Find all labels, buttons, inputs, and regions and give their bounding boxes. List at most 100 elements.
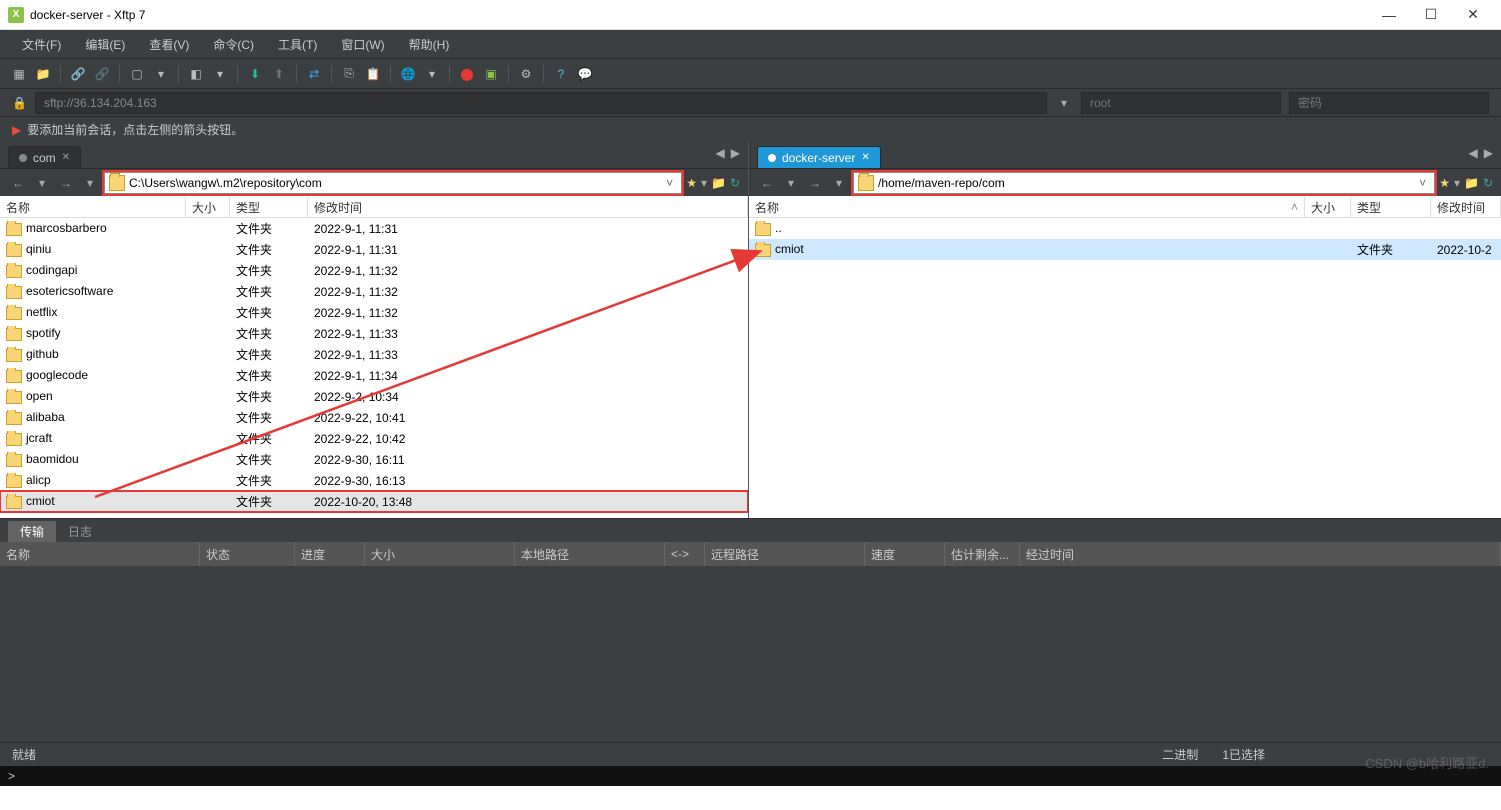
bookmark-icon[interactable]: ★ xyxy=(1439,176,1450,190)
close-button[interactable]: ✕ xyxy=(1453,2,1493,28)
th-status[interactable]: 状态 xyxy=(200,542,295,566)
refresh-icon[interactable]: ↻ xyxy=(730,176,740,190)
sync-icon[interactable]: ⇄ xyxy=(303,63,325,85)
menu-tools[interactable]: 工具(T) xyxy=(268,34,327,55)
remote-path-input[interactable]: ˅ xyxy=(853,172,1435,194)
tab-transfer[interactable]: 传输 xyxy=(8,521,56,542)
chevron-down-icon[interactable]: ˅ xyxy=(662,176,677,190)
th-progress[interactable]: 进度 xyxy=(295,542,365,566)
layout-icon[interactable]: ◧ xyxy=(185,63,207,85)
transfer-down-icon[interactable]: ⬇ xyxy=(244,63,266,85)
nav-dropdown-icon[interactable]: ▾ xyxy=(781,173,801,193)
th-localpath[interactable]: 本地路径 xyxy=(515,542,665,566)
chat-icon[interactable]: 💬 xyxy=(574,63,596,85)
col-name[interactable]: 名称˄ xyxy=(749,197,1305,217)
help-icon[interactable]: ? xyxy=(550,63,572,85)
nav-dropdown-icon[interactable]: ▾ xyxy=(829,173,849,193)
dropdown-icon[interactable]: ▾ xyxy=(1055,96,1073,110)
nav-dropdown-icon[interactable]: ▾ xyxy=(701,176,707,190)
col-type[interactable]: 类型 xyxy=(230,197,308,217)
new-session-icon[interactable]: ▦ xyxy=(8,63,30,85)
copy-icon[interactable]: ⎘ xyxy=(338,63,360,85)
nav-forward-icon[interactable]: → xyxy=(805,173,825,193)
table-row[interactable]: googlecode文件夹2022-9-1, 11:34 xyxy=(0,365,748,386)
minimize-button[interactable]: — xyxy=(1369,2,1409,28)
menu-command[interactable]: 命令(C) xyxy=(203,34,264,55)
globe-icon[interactable]: 🌐 xyxy=(397,63,419,85)
password-input[interactable] xyxy=(1289,92,1489,114)
settings-icon[interactable]: ⚙ xyxy=(515,63,537,85)
nav-forward-icon[interactable]: → xyxy=(56,173,76,193)
tab-prev-icon[interactable]: ◀ xyxy=(716,146,725,160)
script-icon[interactable]: ▣ xyxy=(480,63,502,85)
open-icon[interactable]: 📁 xyxy=(32,63,54,85)
paste-icon[interactable]: 📋 xyxy=(362,63,384,85)
new-window-icon[interactable]: ▢ xyxy=(126,63,148,85)
dropdown-icon[interactable]: ▾ xyxy=(209,63,231,85)
th-direction[interactable]: <-> xyxy=(665,542,705,566)
table-row[interactable]: netflix文件夹2022-9-1, 11:32 xyxy=(0,302,748,323)
th-remotepath[interactable]: 远程路径 xyxy=(705,542,865,566)
username-input[interactable] xyxy=(1081,92,1281,114)
table-row[interactable]: cmiot文件夹2022-10-20, 13:48 xyxy=(0,491,748,512)
nav-back-icon[interactable]: ← xyxy=(757,173,777,193)
tab-next-icon[interactable]: ▶ xyxy=(1484,146,1493,160)
transfer-list[interactable] xyxy=(0,566,1501,742)
menu-view[interactable]: 查看(V) xyxy=(139,34,199,55)
menu-window[interactable]: 窗口(W) xyxy=(331,34,394,55)
tab-next-icon[interactable]: ▶ xyxy=(731,146,740,160)
th-eta[interactable]: 估计剩余... xyxy=(945,542,1020,566)
nav-dropdown-icon[interactable]: ▾ xyxy=(32,173,52,193)
close-icon[interactable]: ✕ xyxy=(62,152,70,163)
transfer-up-icon[interactable]: ⬆ xyxy=(268,63,290,85)
tab-log[interactable]: 日志 xyxy=(56,521,104,542)
close-icon[interactable]: ✕ xyxy=(861,152,869,163)
nav-dropdown-icon[interactable]: ▾ xyxy=(1454,176,1460,190)
refresh-icon[interactable]: ↻ xyxy=(1483,176,1493,190)
command-bar[interactable]: > xyxy=(0,766,1501,786)
bookmark-icon[interactable]: ★ xyxy=(686,176,697,190)
session-url-input[interactable]: sftp://36.134.204.163 xyxy=(35,92,1047,114)
th-speed[interactable]: 速度 xyxy=(865,542,945,566)
table-row[interactable]: alibaba文件夹2022-9-22, 10:41 xyxy=(0,407,748,428)
menu-file[interactable]: 文件(F) xyxy=(12,34,71,55)
col-type[interactable]: 类型 xyxy=(1351,197,1431,217)
nav-back-icon[interactable]: ← xyxy=(8,173,28,193)
menu-help[interactable]: 帮助(H) xyxy=(399,34,460,55)
stop-icon[interactable]: ⬤ xyxy=(456,63,478,85)
dropdown-icon[interactable]: ▾ xyxy=(150,63,172,85)
th-name[interactable]: 名称 xyxy=(0,542,200,566)
table-row[interactable]: esotericsoftware文件夹2022-9-1, 11:32 xyxy=(0,281,748,302)
tab-remote-docker-server[interactable]: docker-server ✕ xyxy=(757,146,881,168)
table-row[interactable]: baomidou文件夹2022-9-30, 16:11 xyxy=(0,449,748,470)
chevron-down-icon[interactable]: ˅ xyxy=(1415,176,1430,190)
table-row[interactable]: open文件夹2022-9-2, 10:34 xyxy=(0,386,748,407)
local-path-input[interactable]: ˅ xyxy=(104,172,682,194)
menu-edit[interactable]: 编辑(E) xyxy=(75,34,135,55)
tab-prev-icon[interactable]: ◀ xyxy=(1469,146,1478,160)
table-row[interactable]: codingapi文件夹2022-9-1, 11:32 xyxy=(0,260,748,281)
link-icon[interactable]: 🔗 xyxy=(67,63,89,85)
table-row[interactable]: spotify文件夹2022-9-1, 11:33 xyxy=(0,323,748,344)
th-elapsed[interactable]: 经过时间 xyxy=(1020,542,1501,566)
col-date[interactable]: 修改时间 xyxy=(308,197,748,217)
table-row[interactable]: qiniu文件夹2022-9-1, 11:31 xyxy=(0,239,748,260)
col-name[interactable]: 名称 xyxy=(0,197,186,217)
nav-dropdown-icon[interactable]: ▾ xyxy=(80,173,100,193)
col-size[interactable]: 大小 xyxy=(186,197,230,217)
table-row[interactable]: jcraft文件夹2022-9-22, 10:42 xyxy=(0,428,748,449)
table-row[interactable]: .. xyxy=(749,218,1501,239)
table-row[interactable]: github文件夹2022-9-1, 11:33 xyxy=(0,344,748,365)
remote-file-list[interactable]: ..cmiot文件夹2022-10-2 xyxy=(749,218,1501,518)
table-row[interactable]: marcosbarbero文件夹2022-9-1, 11:31 xyxy=(0,218,748,239)
col-date[interactable]: 修改时间 xyxy=(1431,197,1501,217)
th-size[interactable]: 大小 xyxy=(365,542,515,566)
table-row[interactable]: alicp文件夹2022-9-30, 16:13 xyxy=(0,470,748,491)
local-file-list[interactable]: marcosbarbero文件夹2022-9-1, 11:31qiniu文件夹2… xyxy=(0,218,748,518)
tab-local-com[interactable]: com ✕ xyxy=(8,146,81,168)
folder-up-icon[interactable]: 📁 xyxy=(1464,176,1479,190)
col-size[interactable]: 大小 xyxy=(1305,197,1351,217)
folder-up-icon[interactable]: 📁 xyxy=(711,176,726,190)
maximize-button[interactable]: ☐ xyxy=(1411,2,1451,28)
dropdown-icon[interactable]: ▾ xyxy=(421,63,443,85)
